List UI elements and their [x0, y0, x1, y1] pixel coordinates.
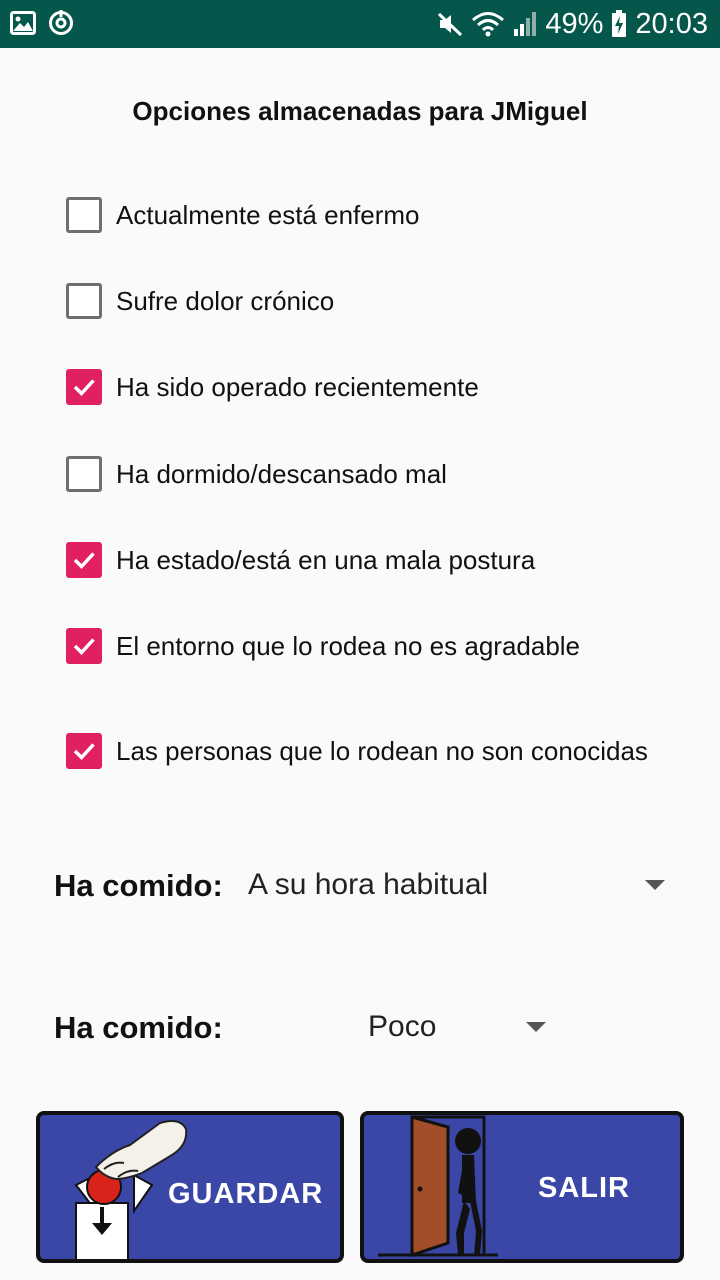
option-chronic-pain[interactable]: Sufre dolor crónico [66, 281, 334, 321]
checkmark-icon [73, 743, 95, 761]
status-bar: 49% 20:03 [0, 0, 720, 48]
dropdown-arrow-icon [645, 880, 665, 890]
meal-time-select[interactable]: A su hora habitual [240, 858, 680, 914]
clock-time: 20:03 [635, 7, 708, 40]
option-label: El entorno que lo rodea no es agradable [116, 630, 581, 661]
option-slept-badly[interactable]: Ha dormido/descansado mal [66, 454, 447, 494]
meal-amount-label: Ha comido: [54, 1010, 223, 1045]
option-label: Ha dormido/descansado mal [116, 458, 447, 489]
status-left-icons [10, 10, 74, 41]
option-currently-ill[interactable]: Actualmente está enfermo [66, 195, 420, 235]
option-unpleasant-environment[interactable]: El entorno que lo rodea no es agradable [66, 626, 580, 666]
option-label: Actualmente está enfermo [116, 199, 420, 230]
mute-icon [437, 11, 463, 37]
meal-time-label: Ha comido: [54, 868, 223, 903]
page-title: Opciones almacenadas para JMiguel [132, 96, 588, 126]
exit-button-label: SALIR [538, 1172, 630, 1204]
option-bad-posture[interactable]: Ha estado/está en una mala postura [66, 540, 535, 580]
status-right-icons: 49% 20:03 [437, 0, 708, 48]
checkbox[interactable] [66, 197, 102, 233]
option-label: Sufre dolor crónico [116, 285, 335, 316]
battery-charging-icon [611, 10, 627, 38]
option-label: Ha estado/está en una mala postura [116, 544, 536, 575]
checkmark-icon [73, 379, 95, 397]
meal-time-value: A su hora habitual [248, 868, 489, 901]
checkmark-icon [73, 638, 95, 656]
save-button-label: GUARDAR [168, 1178, 324, 1210]
meal-amount-select[interactable]: Poco [360, 1000, 560, 1056]
gallery-icon [10, 11, 36, 40]
checkbox[interactable] [66, 283, 102, 319]
checkbox[interactable] [66, 628, 102, 664]
checkbox[interactable] [66, 733, 102, 769]
signal-icon [513, 11, 537, 37]
checkbox[interactable] [66, 369, 102, 405]
checkbox[interactable] [66, 542, 102, 578]
checkmark-icon [73, 552, 95, 570]
save-button[interactable]: GUARDAR [36, 1111, 344, 1263]
exit-button[interactable]: SALIR [360, 1111, 684, 1263]
option-unknown-people[interactable]: Las personas que lo rodean no son conoci… [66, 731, 648, 771]
wifi-icon [471, 10, 505, 38]
battery-percent: 49% [545, 7, 604, 40]
person-leaving-door-icon [378, 1115, 498, 1259]
checkbox[interactable] [66, 456, 102, 492]
sync-icon [48, 10, 74, 41]
meal-amount-value: Poco [368, 1010, 437, 1043]
dropdown-arrow-icon [526, 1022, 546, 1032]
option-label: Las personas que lo rodean no son conoci… [116, 735, 648, 766]
option-recent-surgery[interactable]: Ha sido operado recientemente [66, 367, 479, 407]
option-label: Ha sido operado recientemente [116, 371, 479, 402]
